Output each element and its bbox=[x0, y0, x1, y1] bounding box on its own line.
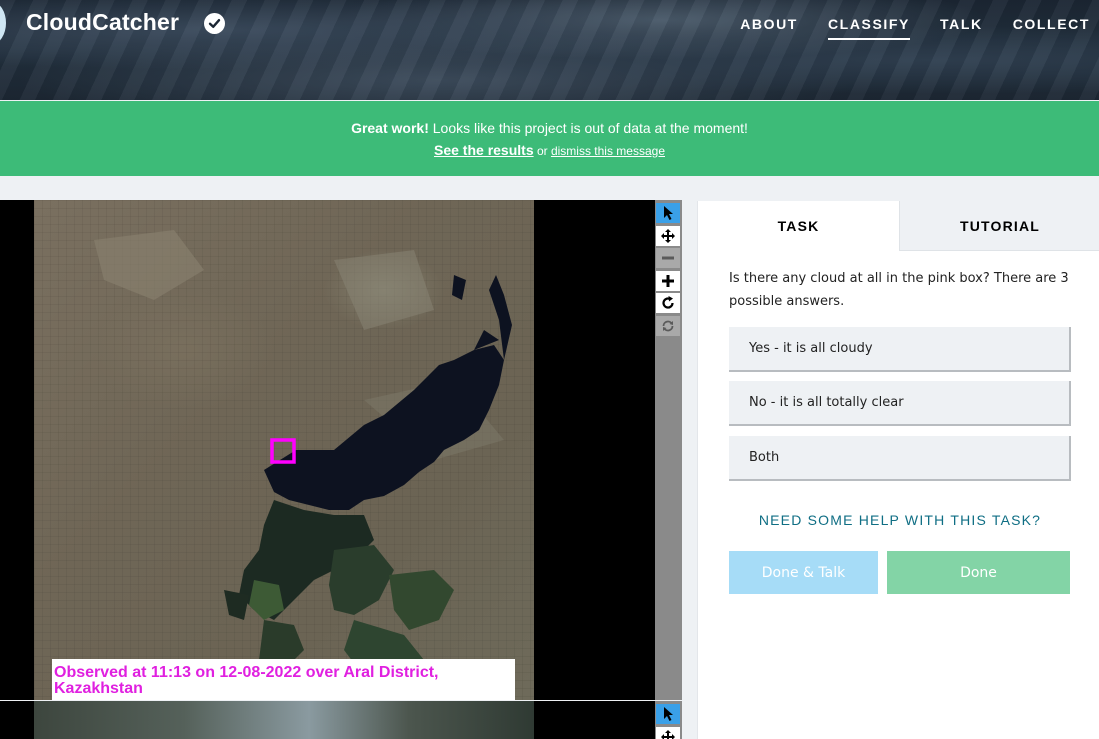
nav-collect[interactable]: COLLECT bbox=[1013, 16, 1090, 40]
secondary-subject-viewer[interactable] bbox=[0, 701, 655, 739]
main-nav: ABOUT CLASSIFY TALK COLLECT bbox=[740, 16, 1090, 40]
project-title[interactable]: CloudCatcher bbox=[26, 9, 179, 36]
checkmark-badge-icon bbox=[204, 13, 225, 34]
pointer-icon[interactable] bbox=[656, 203, 680, 223]
see-results-link[interactable]: See the results bbox=[434, 142, 534, 158]
pan-icon[interactable] bbox=[656, 226, 680, 246]
banner-message: Great work! Looks like this project is o… bbox=[0, 120, 1099, 136]
done-and-talk-button[interactable]: Done & Talk bbox=[729, 551, 878, 594]
answer-no-clear[interactable]: No - it is all totally clear bbox=[729, 381, 1071, 426]
banner-strong: Great work! bbox=[351, 120, 429, 136]
subject-viewer[interactable] bbox=[0, 200, 655, 700]
banner-actions: See the results or dismiss this message bbox=[0, 142, 1099, 158]
banner-or-text: or bbox=[533, 144, 551, 158]
secondary-viewer-toolbar bbox=[655, 701, 682, 739]
observation-label: Observed at 11:13 on 12-08-2022 over Ara… bbox=[52, 659, 515, 700]
satellite-image-secondary bbox=[34, 701, 534, 739]
task-panel: TASK TUTORIAL Is there any cloud at all … bbox=[697, 201, 1099, 739]
out-of-data-banner: Great work! Looks like this project is o… bbox=[0, 101, 1099, 176]
reset-icon[interactable] bbox=[656, 316, 680, 336]
site-header: CloudCatcher ABOUT CLASSIFY TALK COLLECT bbox=[0, 0, 1099, 100]
dismiss-message-link[interactable]: dismiss this message bbox=[551, 144, 665, 158]
pan-icon[interactable] bbox=[656, 727, 680, 739]
answer-both[interactable]: Both bbox=[729, 436, 1071, 481]
answer-yes-cloudy[interactable]: Yes - it is all cloudy bbox=[729, 327, 1071, 372]
rotate-icon[interactable] bbox=[656, 293, 680, 313]
done-button[interactable]: Done bbox=[887, 551, 1070, 594]
tab-task[interactable]: TASK bbox=[698, 201, 899, 251]
viewer-toolbar bbox=[655, 200, 682, 700]
task-help-link[interactable]: NEED SOME HELP WITH THIS TASK? bbox=[729, 512, 1071, 528]
satellite-image bbox=[34, 200, 534, 700]
project-avatar[interactable] bbox=[0, 2, 6, 44]
nav-about[interactable]: ABOUT bbox=[740, 16, 798, 40]
zoom-out-icon[interactable] bbox=[656, 248, 680, 268]
banner-text: Looks like this project is out of data a… bbox=[428, 120, 748, 136]
nav-talk[interactable]: TALK bbox=[940, 16, 983, 40]
zoom-in-icon[interactable] bbox=[656, 271, 680, 291]
pointer-icon[interactable] bbox=[656, 704, 680, 724]
nav-classify[interactable]: CLASSIFY bbox=[827, 16, 910, 40]
tab-tutorial[interactable]: TUTORIAL bbox=[899, 201, 1099, 251]
task-question: Is there any cloud at all in the pink bo… bbox=[729, 271, 1069, 309]
